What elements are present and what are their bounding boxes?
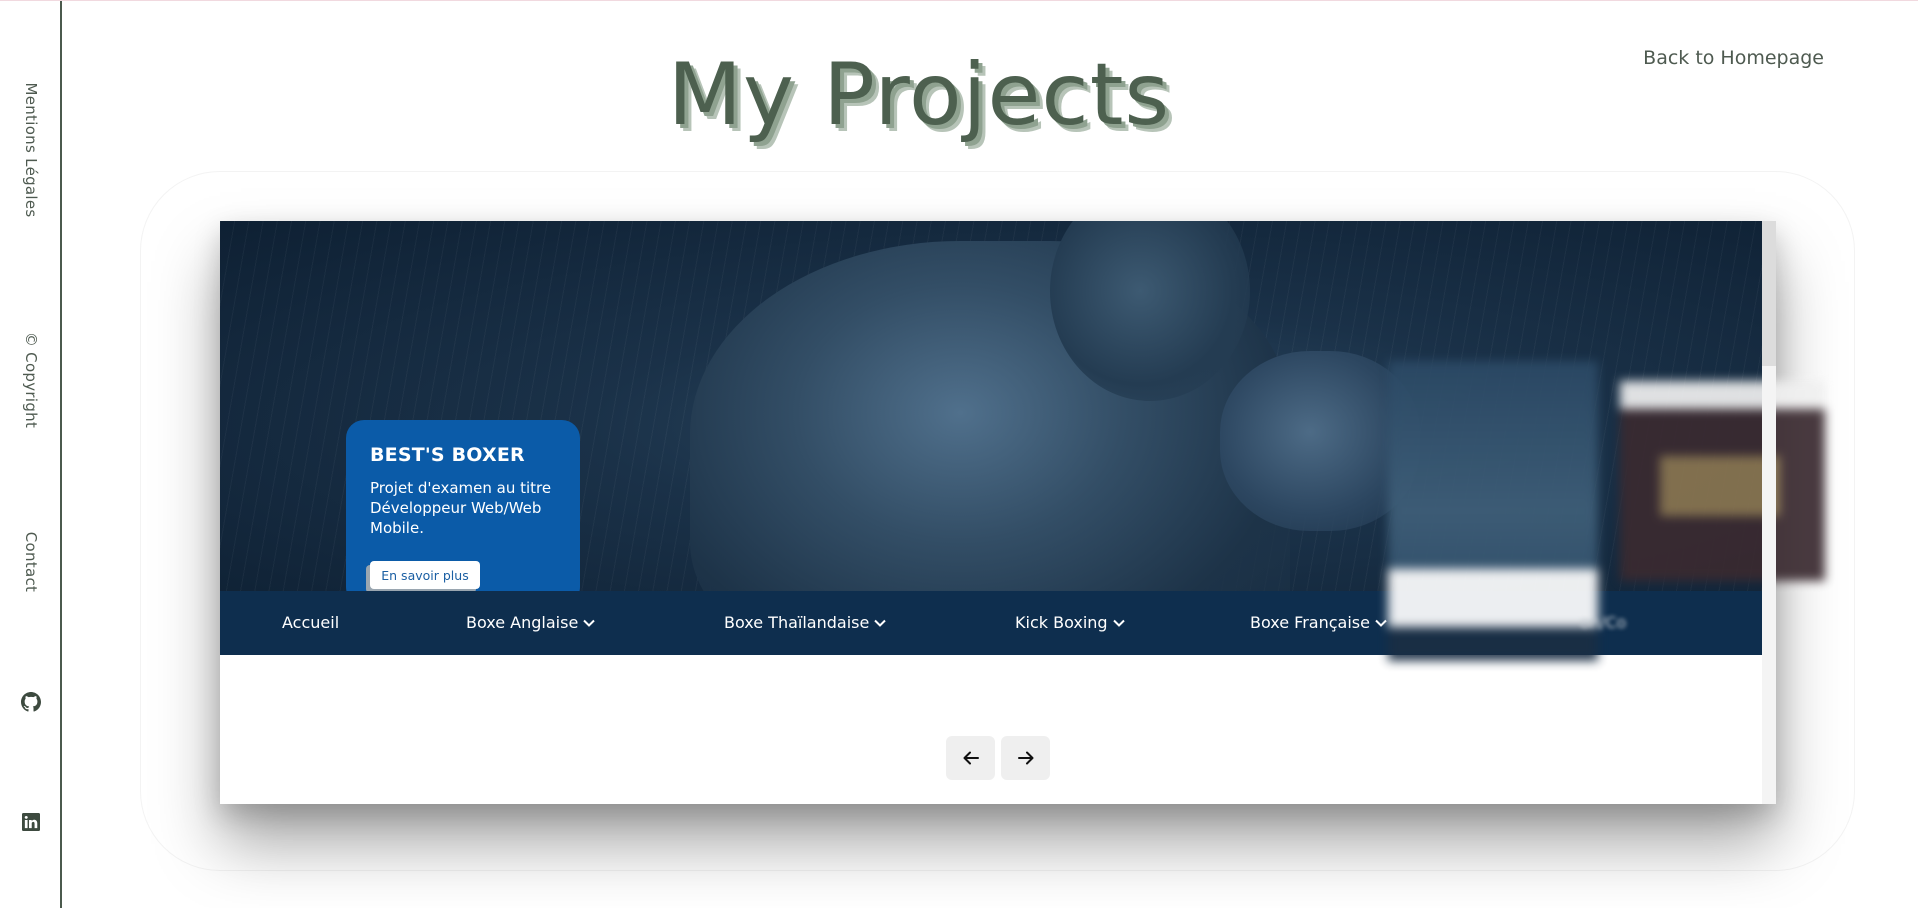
chevron-down-icon [583, 619, 596, 627]
next-slide-preview[interactable] [1388, 361, 1598, 661]
github-icon[interactable] [20, 691, 42, 713]
back-to-homepage-link[interactable]: Back to Homepage [1643, 47, 1824, 69]
nav-item-boxe-anglaise[interactable]: Boxe Anglaise [466, 613, 596, 632]
nav-item-label: Accueil [282, 613, 340, 632]
arrow-right-icon [1017, 751, 1033, 765]
following-slide-preview[interactable] [1620, 381, 1825, 581]
project-carousel: BEST'S BOXER Projet d'examen au titre Dé… [220, 221, 1825, 804]
linkedin-icon[interactable] [20, 811, 42, 833]
project-description: Projet d'examen au titre Développeur Web… [370, 479, 552, 537]
contact-link[interactable]: Contact [22, 532, 40, 592]
nav-item-label: Kick Boxing [1015, 613, 1108, 632]
nav-item-boxe-thailandaise[interactable]: Boxe Thaïlandaise [724, 613, 887, 632]
nav-item-label: Boxe Française [1250, 613, 1370, 632]
carousel-next-button[interactable] [1001, 736, 1050, 780]
project-title: BEST'S BOXER [370, 444, 525, 466]
copyright-link[interactable]: © Copyright [22, 332, 40, 428]
arrow-left-icon [963, 751, 979, 765]
preview-nav-text: on/Co [1580, 613, 1627, 632]
scrollbar-thumb[interactable] [1762, 366, 1776, 804]
carousel-prev-button[interactable] [946, 736, 995, 780]
chevron-down-icon [874, 619, 887, 627]
nav-item-label: Boxe Thaïlandaise [724, 613, 870, 632]
card-scrollbar[interactable] [1762, 221, 1776, 804]
preview-bar [1388, 627, 1598, 661]
page-title: My Projects [667, 45, 1171, 145]
nav-item-boxe-francaise[interactable]: Boxe Française [1250, 613, 1388, 632]
page: Mentions Légales © Copyright Contact My … [0, 0, 1918, 908]
chevron-down-icon [1375, 619, 1387, 627]
learn-more-button[interactable]: En savoir plus [370, 561, 480, 589]
preview-strip [1388, 569, 1598, 627]
nav-item-accueil[interactable]: Accueil [282, 613, 339, 632]
nav-item-label: Boxe Anglaise [466, 613, 579, 632]
chevron-down-icon [1112, 619, 1125, 627]
nav-item-kick-boxing[interactable]: Kick Boxing [1015, 613, 1126, 632]
project-info-card: BEST'S BOXER Projet d'examen au titre Dé… [346, 420, 580, 591]
